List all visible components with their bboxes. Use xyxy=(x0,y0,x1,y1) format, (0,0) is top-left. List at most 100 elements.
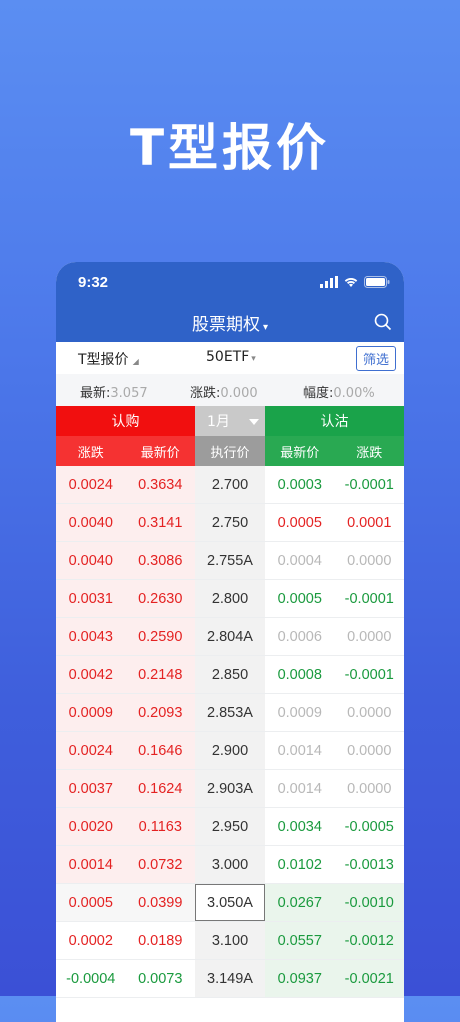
table-row[interactable]: 0.0024 0.1646 2.900 0.0014 0.0000 xyxy=(56,732,404,770)
call-change-cell[interactable]: 0.0014 xyxy=(56,846,126,883)
table-row[interactable]: 0.0031 0.2630 2.800 0.0005 -0.0001 xyxy=(56,580,404,618)
put-change-cell[interactable]: 0.0001 xyxy=(335,504,405,541)
put-last-cell[interactable]: 0.0102 xyxy=(265,846,335,883)
put-last-cell[interactable]: 0.0005 xyxy=(265,504,335,541)
call-change-cell[interactable]: 0.0009 xyxy=(56,694,126,731)
table-row[interactable]: 0.0040 0.3141 2.750 0.0005 0.0001 xyxy=(56,504,404,542)
put-last-cell[interactable]: 0.0008 xyxy=(265,656,335,693)
put-cells: 0.0005 0.0001 xyxy=(265,504,404,541)
table-row[interactable]: 0.0014 0.0732 3.000 0.0102 -0.0013 xyxy=(56,846,404,884)
strike-cell: 2.850 xyxy=(195,656,265,693)
put-change-cell[interactable]: -0.0005 xyxy=(335,808,405,845)
put-change-cell[interactable]: -0.0021 xyxy=(335,960,405,997)
strike-cell: 3.100 xyxy=(195,922,265,959)
put-change-cell[interactable]: 0.0000 xyxy=(335,694,405,731)
search-icon[interactable] xyxy=(374,313,392,331)
underlying-selector[interactable]: 50ETF ▾ xyxy=(206,349,256,365)
nav-bar: 股票期权 ▾ xyxy=(56,302,404,342)
put-change-cell[interactable]: 0.0000 xyxy=(335,618,405,655)
table-row[interactable]: 0.0040 0.3086 2.755A 0.0004 0.0000 xyxy=(56,542,404,580)
call-last-cell[interactable]: 0.0073 xyxy=(126,960,196,997)
month-label: 1月 xyxy=(207,414,230,430)
call-change-cell[interactable]: 0.0024 xyxy=(56,466,126,503)
call-change-cell[interactable]: 0.0002 xyxy=(56,922,126,959)
put-last-cell[interactable]: 0.0014 xyxy=(265,732,335,769)
put-last-cell[interactable]: 0.0003 xyxy=(265,466,335,503)
call-last-cell[interactable]: 0.0189 xyxy=(126,922,196,959)
call-change-cell[interactable]: -0.0004 xyxy=(56,960,126,997)
put-change-cell[interactable]: 0.0000 xyxy=(335,732,405,769)
put-change-cell[interactable]: -0.0001 xyxy=(335,656,405,693)
call-cells: -0.0004 0.0073 xyxy=(56,960,195,997)
put-last-cell[interactable]: 0.0014 xyxy=(265,770,335,807)
status-time: 9:32 xyxy=(78,273,109,291)
call-change-cell[interactable]: 0.0020 xyxy=(56,808,126,845)
call-last-cell[interactable]: 0.3634 xyxy=(126,466,196,503)
table-row[interactable]: 0.0037 0.1624 2.903A 0.0014 0.0000 xyxy=(56,770,404,808)
call-change-cell[interactable]: 0.0037 xyxy=(56,770,126,807)
put-last-cell[interactable]: 0.0937 xyxy=(265,960,335,997)
call-last-cell[interactable]: 0.2590 xyxy=(126,618,196,655)
put-change-cell[interactable]: -0.0012 xyxy=(335,922,405,959)
call-change-cell[interactable]: 0.0024 xyxy=(56,732,126,769)
call-last-cell[interactable]: 0.1163 xyxy=(126,808,196,845)
call-last-cell[interactable]: 0.0732 xyxy=(126,846,196,883)
put-change-cell[interactable]: 0.0000 xyxy=(335,770,405,807)
call-change-cell[interactable]: 0.0040 xyxy=(56,542,126,579)
call-last-cell[interactable]: 0.0399 xyxy=(126,884,196,921)
put-cells: 0.0003 -0.0001 xyxy=(265,466,404,503)
put-last-cell[interactable]: 0.0034 xyxy=(265,808,335,845)
month-selector[interactable]: 1月 xyxy=(195,406,265,436)
market-selector[interactable]: 股票期权 ▾ xyxy=(192,310,268,335)
put-change-cell[interactable]: -0.0010 xyxy=(335,884,405,921)
dropdown-triangle-icon xyxy=(249,419,259,425)
table-row[interactable]: 0.0005 0.0399 3.050A 0.0267 -0.0010 xyxy=(56,884,404,922)
put-last-cell[interactable]: 0.0004 xyxy=(265,542,335,579)
call-last-cell[interactable]: 0.2093 xyxy=(126,694,196,731)
call-title: 认购 xyxy=(111,414,140,430)
underlying-quote: 最新:3.057 涨跌:0.000 幅度:0.00% xyxy=(56,374,404,406)
table-row[interactable]: 0.0024 0.3634 2.700 0.0003 -0.0001 xyxy=(56,466,404,504)
table-row[interactable]: 0.0002 0.0189 3.100 0.0557 -0.0012 xyxy=(56,922,404,960)
call-last-cell[interactable]: 0.2148 xyxy=(126,656,196,693)
put-last-cell[interactable]: 0.0006 xyxy=(265,618,335,655)
call-change-cell[interactable]: 0.0031 xyxy=(56,580,126,617)
call-last-cell[interactable]: 0.3086 xyxy=(126,542,196,579)
view-type-label: T型报价 xyxy=(78,352,129,368)
put-change-cell[interactable]: -0.0013 xyxy=(335,846,405,883)
call-last-cell[interactable]: 0.2630 xyxy=(126,580,196,617)
put-last-cell[interactable]: 0.0267 xyxy=(265,884,335,921)
strike-cell: 3.050A xyxy=(195,884,265,921)
strike-cell: 2.900 xyxy=(195,732,265,769)
call-change-cell[interactable]: 0.0040 xyxy=(56,504,126,541)
call-last-cell[interactable]: 0.3141 xyxy=(126,504,196,541)
filter-button[interactable]: 筛选 xyxy=(355,346,396,371)
col-put-change: 涨跌 xyxy=(356,445,383,461)
table-row[interactable]: 0.0009 0.2093 2.853A 0.0009 0.0000 xyxy=(56,694,404,732)
col-call-change: 涨跌 xyxy=(77,445,104,461)
strike-cell: 2.800 xyxy=(195,580,265,617)
table-row[interactable]: -0.0004 0.0073 3.149A 0.0937 -0.0021 xyxy=(56,960,404,998)
call-change-cell[interactable]: 0.0005 xyxy=(56,884,126,921)
put-change-cell[interactable]: -0.0001 xyxy=(335,466,405,503)
put-last-cell[interactable]: 0.0557 xyxy=(265,922,335,959)
put-last-cell[interactable]: 0.0005 xyxy=(265,580,335,617)
view-type-selector[interactable]: T型报价 ◢ xyxy=(78,349,139,369)
table-row[interactable]: 0.0043 0.2590 2.804A 0.0006 0.0000 xyxy=(56,618,404,656)
put-change-cell[interactable]: 0.0000 xyxy=(335,542,405,579)
call-last-cell[interactable]: 0.1646 xyxy=(126,732,196,769)
table-row[interactable]: 0.0020 0.1163 2.950 0.0034 -0.0005 xyxy=(56,808,404,846)
call-change-cell[interactable]: 0.0042 xyxy=(56,656,126,693)
call-cells: 0.0005 0.0399 xyxy=(56,884,195,921)
strike-cell: 3.149A xyxy=(195,960,265,997)
call-cells: 0.0020 0.1163 xyxy=(56,808,195,845)
put-change-cell[interactable]: -0.0001 xyxy=(335,580,405,617)
call-change-cell[interactable]: 0.0043 xyxy=(56,618,126,655)
call-last-cell[interactable]: 0.1624 xyxy=(126,770,196,807)
table-row[interactable]: 0.0042 0.2148 2.850 0.0008 -0.0001 xyxy=(56,656,404,694)
change-value: 0.000 xyxy=(220,386,258,401)
strike-cell: 2.750 xyxy=(195,504,265,541)
put-last-cell[interactable]: 0.0009 xyxy=(265,694,335,731)
latest-value: 3.057 xyxy=(110,386,148,401)
put-title: 认沽 xyxy=(320,414,349,430)
